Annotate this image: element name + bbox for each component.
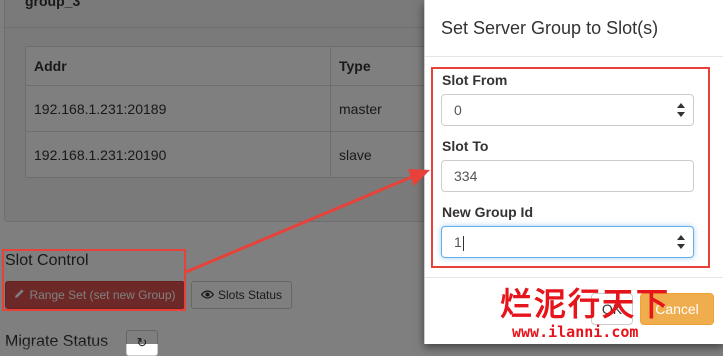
watermark-logo: 烂泥行天下 bbox=[500, 285, 671, 323]
watermark-url: www.ilanni.com bbox=[512, 323, 639, 341]
